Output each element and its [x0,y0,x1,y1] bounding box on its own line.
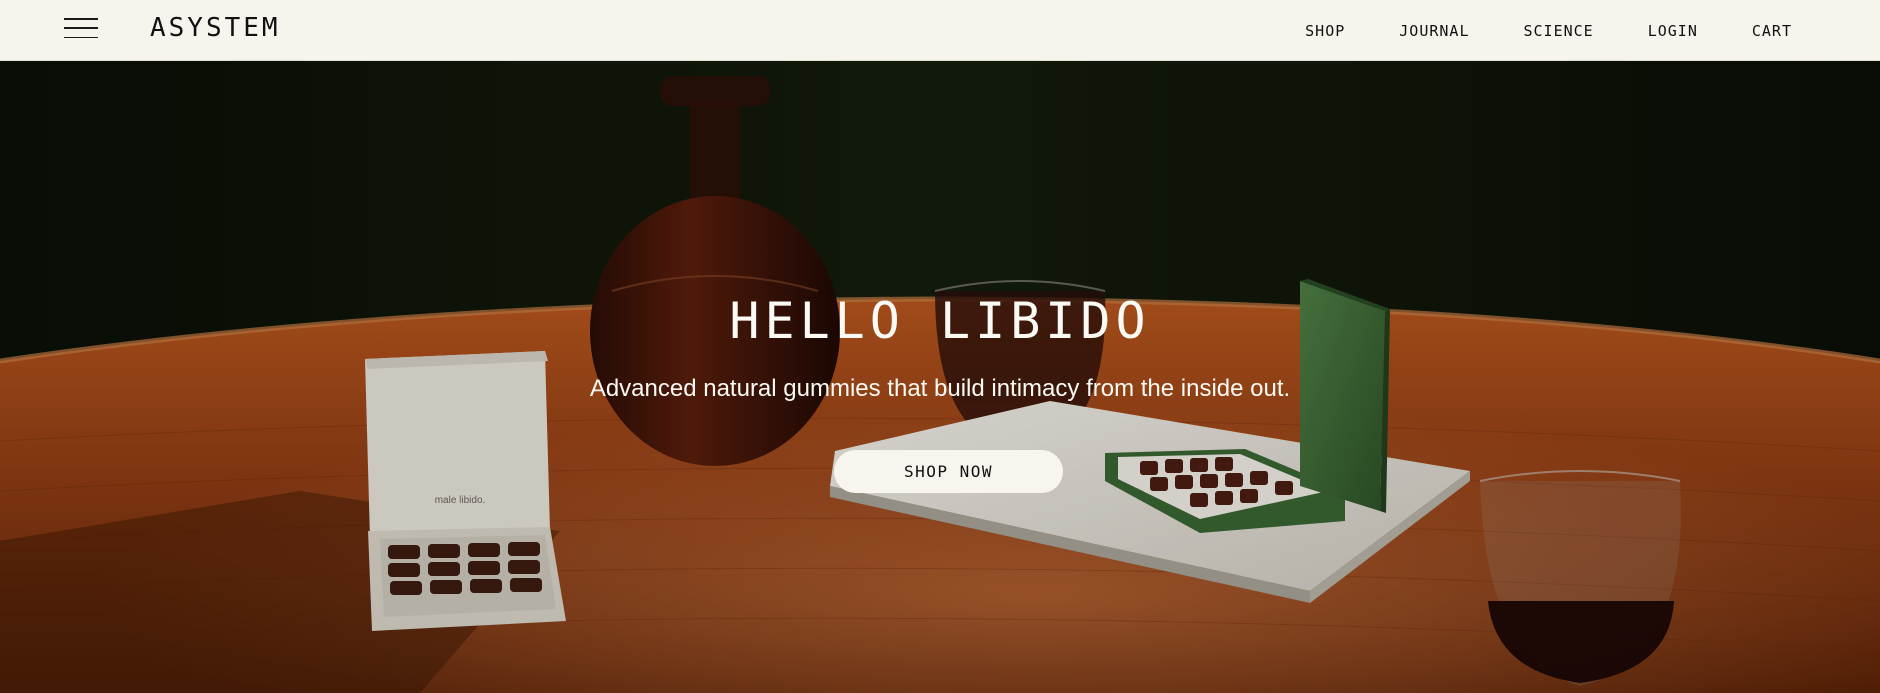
site-header: ASYSTEM SHOP JOURNAL SCIENCE LOGIN CART [0,0,1880,61]
menu-icon[interactable] [64,18,98,38]
hero-content: HELLO LIBIDO Advanced natural gummies th… [0,61,1880,693]
shop-now-button[interactable]: SHOP NOW [834,450,1063,493]
nav-cart[interactable]: CART [1752,22,1792,40]
main-nav: SHOP JOURNAL SCIENCE LOGIN CART [1251,0,1792,61]
nav-shop[interactable]: SHOP [1305,22,1345,40]
brand-logo[interactable]: ASYSTEM [150,12,281,44]
hero-title: HELLO LIBIDO [729,292,1151,350]
nav-journal[interactable]: JOURNAL [1399,22,1469,40]
hero-subtitle: Advanced natural gummies that build inti… [589,375,1291,402]
nav-science[interactable]: SCIENCE [1524,22,1594,40]
nav-login[interactable]: LOGIN [1648,22,1698,40]
hero-banner: male libido. HELLO LIBIDO Advanced natur… [0,61,1880,693]
